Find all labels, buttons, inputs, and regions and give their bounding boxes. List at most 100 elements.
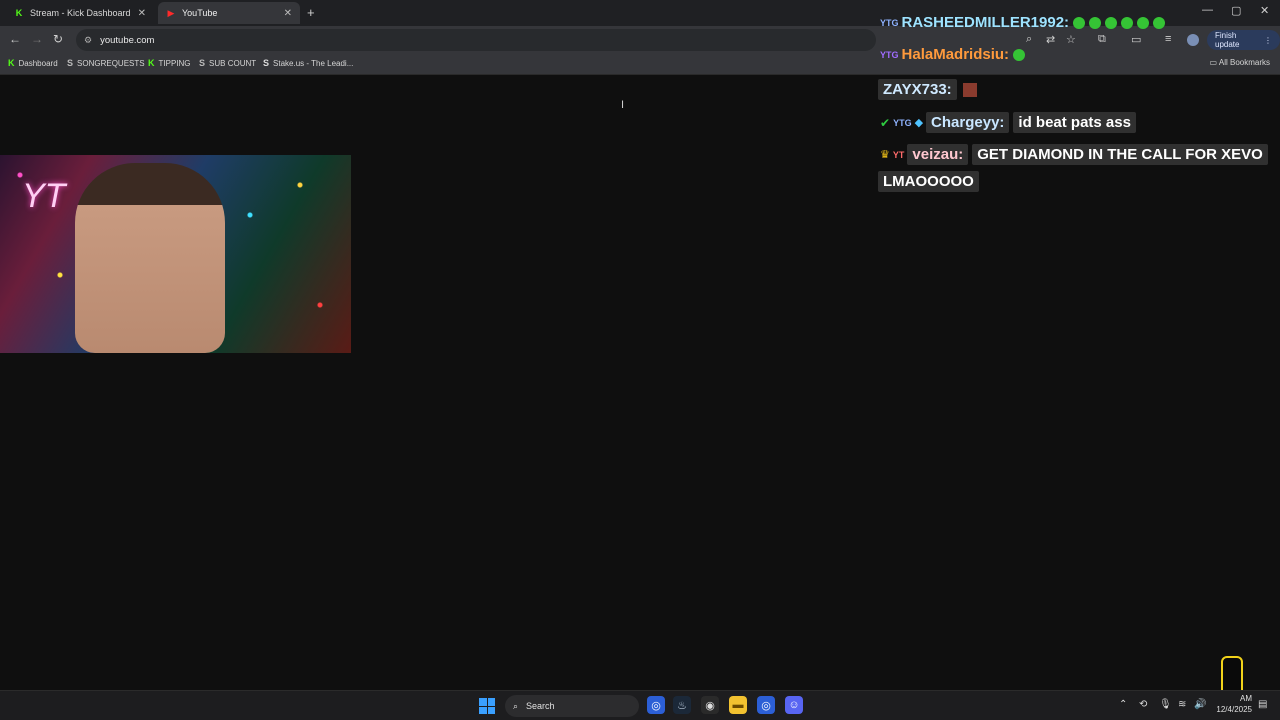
back-icon[interactable]: ←: [9, 32, 21, 46]
emote-icon: [1121, 16, 1134, 29]
notifications-icon[interactable]: ▤: [1258, 699, 1267, 710]
url-text: youtube.com: [100, 34, 155, 46]
maximize-button[interactable]: ▢: [1231, 4, 1241, 17]
reload-icon[interactable]: ↻: [53, 32, 63, 46]
close-window-button[interactable]: ✕: [1260, 4, 1269, 17]
chat-message: LMAOOOOO: [878, 171, 979, 192]
cast-icon[interactable]: ⇄: [1046, 33, 1055, 46]
bookmark-star-icon[interactable]: ☆: [1066, 33, 1076, 46]
steam-icon[interactable]: ♨: [673, 696, 691, 714]
chevron-up-icon[interactable]: ⌃: [1119, 699, 1127, 710]
obs-icon[interactable]: ◉: [701, 696, 719, 714]
bookmark-label: TIPPING: [158, 58, 191, 68]
taskbar-search[interactable]: ⌕ Search: [505, 695, 639, 717]
emote-icon: [1137, 16, 1150, 29]
gem-icon: ◆: [914, 117, 924, 129]
chat-username: ZAYX733:: [878, 79, 957, 100]
site-info-icon[interactable]: ⚙: [84, 35, 92, 46]
emote-icon: [1089, 16, 1102, 29]
webcam-overlay: YT: [0, 155, 351, 353]
folder-icon: ▭: [1209, 58, 1219, 67]
badge-icon: YTG: [880, 49, 899, 60]
badge-icon: YT: [892, 149, 905, 160]
chat-text: id beat pats ass: [1013, 112, 1136, 133]
emote-icon: [1013, 48, 1026, 61]
folder-icon[interactable]: ▬: [729, 696, 747, 714]
bookmark-songrequests[interactable]: S SONGREQUESTS: [67, 58, 145, 68]
tab-title: YouTube: [182, 8, 218, 18]
discord-icon[interactable]: ☺: [785, 696, 803, 714]
kick-icon: K: [148, 58, 155, 68]
windows-start-icon[interactable]: [479, 698, 495, 714]
volume-icon[interactable]: 🔊: [1194, 699, 1206, 710]
close-icon[interactable]: ✕: [284, 8, 292, 19]
bookmark-dashboard[interactable]: K Dashboard: [8, 58, 58, 68]
bookmark-label: Dashboard: [18, 58, 58, 68]
badge-icon: YTG: [880, 17, 899, 28]
bookmark-label: Stake.us - The Leadi...: [273, 58, 354, 68]
chat-username: Chargeyy:: [926, 112, 1010, 133]
kick-icon: K: [8, 58, 15, 68]
bookmark-label: SUB COUNT: [209, 58, 257, 68]
finish-update-button[interactable]: Finish update ⋮: [1207, 30, 1280, 50]
chat-username: RASHEEDMILLER1992:: [901, 14, 1070, 31]
microphone-icon[interactable]: 🎙: [1159, 699, 1172, 710]
zoom-icon[interactable]: ⌕: [1026, 33, 1032, 46]
bookmarks-bar: K Dashboard S SONGREQUESTS K TIPPING S S…: [0, 54, 1280, 75]
reading-list-icon[interactable]: ≡: [1165, 33, 1171, 45]
tab-youtube[interactable]: ▶ YouTube ✕: [158, 2, 300, 24]
tab-kick-dashboard[interactable]: K Stream - Kick Dashboard ✕: [6, 2, 154, 24]
clock-date: 12/4/2025: [1216, 705, 1252, 714]
chat-text: GET DIAMOND IN THE CALL FOR XEVO: [972, 144, 1268, 165]
page-content: YT I: [0, 75, 1280, 690]
emote-icon: [1153, 16, 1166, 29]
verified-icon: ✔: [880, 115, 891, 130]
emote-icon: [962, 82, 977, 97]
search-icon: ⌕: [513, 700, 519, 711]
bookmark-tipping[interactable]: K TIPPING: [148, 58, 191, 68]
chat-username: HalaMadridsiu:: [901, 46, 1010, 63]
badge-icon: YTG: [893, 117, 912, 128]
bookmark-label: SONGREQUESTS: [77, 58, 145, 68]
chrome-icon[interactable]: ◎: [757, 696, 775, 714]
emote-icon: [1073, 16, 1086, 29]
search-label: Search: [526, 701, 555, 711]
kick-icon: K: [15, 8, 23, 18]
chat-message: YTG RASHEEDMILLER1992:: [880, 14, 1166, 31]
streamelements-icon: S: [67, 58, 74, 68]
taskbar: ⌕ Search ◎ ♨ ◉ ▬ ◎ ☺ ⌃ ⟲ 🎙 ≋ 🔊 AM 12/4/2…: [0, 690, 1280, 720]
chat-username: veizau:: [907, 144, 969, 165]
new-tab-button[interactable]: +: [307, 5, 315, 20]
crown-icon: ♛: [880, 149, 890, 161]
extensions-icon[interactable]: ⧉: [1098, 33, 1106, 46]
youtube-icon: ▶: [167, 7, 175, 18]
chat-text: LMAOOOOO: [878, 171, 979, 192]
finish-update-label: Finish update: [1215, 31, 1240, 49]
chat-message: ♛ YT veizau: GET DIAMOND IN THE CALL FOR…: [880, 144, 1268, 165]
forward-icon[interactable]: →: [31, 32, 43, 46]
clock-time: AM: [1240, 694, 1252, 703]
all-bookmarks-button[interactable]: ▭ All Bookmarks: [1210, 58, 1270, 67]
avatar[interactable]: [1187, 34, 1199, 46]
tab-title: Stream - Kick Dashboard: [30, 8, 131, 18]
all-bookmarks-label: All Bookmarks: [1218, 58, 1270, 67]
neon-sign: YT: [22, 177, 66, 215]
chrome-icon[interactable]: ◎: [647, 696, 665, 714]
bookmark-stake[interactable]: S Stake.us - The Leadi...: [263, 58, 353, 68]
bookmark-sub-count[interactable]: S SUB COUNT: [199, 58, 256, 68]
minimize-button[interactable]: —: [1202, 4, 1213, 16]
tray-app-icon[interactable]: ⟲: [1139, 699, 1147, 710]
emote-icon: [1105, 16, 1118, 29]
menu-icon: ⋮: [1264, 35, 1272, 45]
address-bar[interactable]: ⚙ youtube.com: [76, 29, 876, 51]
media-icon[interactable]: ▭: [1131, 33, 1141, 46]
wifi-icon[interactable]: ≋: [1178, 699, 1186, 710]
clock[interactable]: AM 12/4/2025: [1212, 693, 1252, 715]
chat-message: ZAYX733:: [878, 79, 977, 100]
text-cursor-icon: I: [621, 99, 625, 111]
chat-message: YTG HalaMadridsiu:: [880, 46, 1026, 63]
close-icon[interactable]: ✕: [138, 8, 146, 19]
stake-icon: S: [263, 58, 270, 68]
chat-message: ✔ YTG ◆ Chargeyy: id beat pats ass: [880, 112, 1136, 133]
streamer-image: [75, 163, 225, 353]
